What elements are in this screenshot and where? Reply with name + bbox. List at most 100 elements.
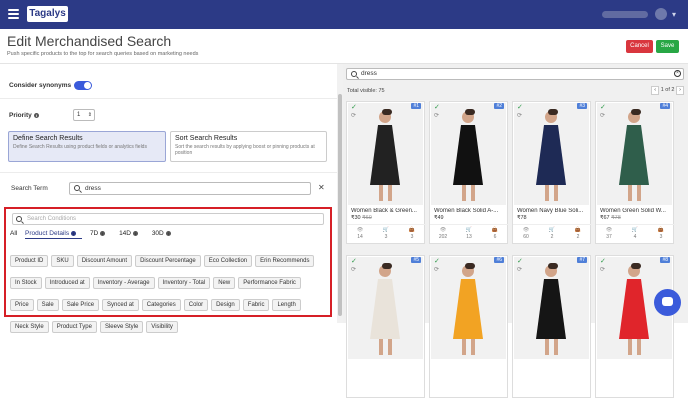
clear-search-icon[interactable]: × [674, 70, 681, 77]
sale-price: ₹78 [517, 215, 527, 221]
check-icon[interactable]: ✓ [351, 103, 357, 111]
condition-chip[interactable]: Erin Recommends [255, 255, 315, 267]
menu-icon[interactable] [8, 9, 19, 19]
cancel-button[interactable]: Cancel [626, 40, 653, 53]
sale-price: ₹67 [600, 215, 610, 221]
synonyms-toggle[interactable] [74, 81, 92, 90]
refresh-icon[interactable]: ⟳ [517, 112, 522, 119]
check-icon[interactable]: ✓ [600, 257, 606, 265]
product-stats: 👁 37 🛒 4 👜 3 [596, 224, 675, 244]
define-search-results-card[interactable]: Define Search Results Define Search Resu… [8, 131, 166, 162]
condition-chip[interactable]: Synced at [102, 299, 139, 311]
info-icon: i [133, 230, 138, 236]
product-price: ₹78 [517, 215, 527, 221]
condition-chip[interactable]: Categories [141, 299, 181, 311]
search-icon [74, 185, 80, 191]
tab-product-details[interactable]: Product Details i [25, 230, 83, 239]
condition-chip[interactable]: Introduced at [44, 277, 90, 289]
user-name-blurred[interactable] [602, 11, 648, 18]
chevron-down-icon[interactable]: ▾ [672, 10, 676, 19]
prev-page-button[interactable]: ‹ [651, 86, 660, 95]
tab-all[interactable]: All [10, 230, 17, 237]
product-photo [619, 109, 649, 201]
condition-chip[interactable]: Price [10, 299, 34, 311]
check-icon[interactable]: ✓ [351, 257, 357, 265]
refresh-icon[interactable]: ⟳ [600, 112, 605, 119]
condition-chip[interactable]: Product ID [10, 255, 49, 267]
condition-chip[interactable]: Sale [36, 299, 59, 311]
bag-icon: 👜 [657, 227, 665, 233]
condition-chip[interactable]: Eco Collection [203, 255, 253, 267]
cart-icon: 🛒 [465, 227, 473, 233]
condition-chip[interactable]: SKU [51, 255, 74, 267]
condition-chip[interactable]: Inventory - Total [157, 277, 211, 289]
position-badge: #5 [411, 257, 421, 263]
condition-chip[interactable]: Color [183, 299, 209, 311]
page-subtitle: Push specific products to the top for se… [7, 51, 199, 57]
eye-icon: 👁 [439, 227, 447, 233]
product-card[interactable]: ✓ ⟳ #6 [429, 255, 508, 398]
product-card[interactable]: ✓ ⟳ #8 [595, 255, 674, 398]
product-card[interactable]: ✓ ⟳ #5 [346, 255, 425, 398]
save-button[interactable]: Save [656, 40, 679, 53]
cart-stat: 🛒 2 [539, 227, 565, 240]
next-page-button[interactable]: › [676, 86, 684, 95]
condition-chip[interactable]: Design [211, 299, 240, 311]
info-icon[interactable]: i [33, 112, 39, 118]
product-card[interactable]: ✓ ⟳ #7 [512, 255, 591, 398]
stepper-arrows-icon[interactable]: ⇕ [88, 110, 92, 120]
condition-chip[interactable]: New [213, 277, 236, 289]
product-price: ₹67 ₹78 [600, 215, 621, 221]
tab-label: 7D [89, 230, 99, 237]
condition-tabs: All Product Details i 7D i 14D i 30D i [10, 230, 183, 239]
search-icon [351, 71, 357, 77]
eye-icon: 👁 [356, 227, 364, 233]
refresh-icon[interactable]: ⟳ [434, 112, 439, 119]
eye-icon: 👁 [522, 227, 530, 233]
condition-chip[interactable]: Sale Price [61, 299, 100, 311]
product-stats: 👁 202 🛒 13 👜 6 [430, 224, 509, 244]
tab-14d[interactable]: 14D i [119, 230, 144, 237]
product-card[interactable]: ✓ ⟳ #3 Women Navy Blue Soli... ₹78 👁 60 🛒 2 👜 2 [512, 101, 592, 244]
product-price: ₹30 ₹60 [351, 215, 372, 221]
condition-chip[interactable]: Inventory - Average [92, 277, 155, 289]
product-card[interactable]: ✓ ⟳ #1 Women Black & Green... ₹30 ₹60 👁 14 🛒 3 👜 3 [346, 101, 426, 244]
condition-chip[interactable]: In Stock [10, 277, 42, 289]
product-photo [536, 109, 566, 201]
refresh-icon[interactable]: ⟳ [351, 266, 356, 273]
product-card[interactable]: ✓ ⟳ #4 Women Green Solid W... ₹67 ₹78 👁 37 🛒 4 👜 3 [595, 101, 675, 244]
product-card[interactable]: ✓ ⟳ #2 Women Black Solid A-... ₹49 👁 202 🛒 13 👜 6 [429, 101, 509, 244]
refresh-icon[interactable]: ⟳ [434, 266, 439, 273]
condition-chip[interactable]: Performance Fabric [238, 277, 301, 289]
sort-search-results-card[interactable]: Sort Search Results Sort the search resu… [170, 131, 327, 162]
product-name: Women Black Solid A-... [434, 208, 499, 214]
close-icon[interactable]: ✕ [318, 183, 325, 192]
refresh-icon[interactable]: ⟳ [351, 112, 356, 119]
check-icon[interactable]: ✓ [600, 103, 606, 111]
top-navbar: Tagalys ▾ [0, 0, 688, 29]
search-term-input[interactable]: dress [69, 182, 311, 195]
avatar[interactable] [655, 8, 667, 20]
condition-chip[interactable]: Fabric [242, 299, 270, 311]
check-icon[interactable]: ✓ [434, 257, 440, 265]
search-conditions-input[interactable]: Search Conditions [12, 213, 324, 225]
tab-30d[interactable]: 30D i [152, 230, 177, 237]
chat-bubble-icon[interactable] [654, 289, 681, 316]
check-icon[interactable]: ✓ [517, 257, 523, 265]
tab-7d[interactable]: 7D i [90, 230, 111, 237]
check-icon[interactable]: ✓ [517, 103, 523, 111]
condition-chip[interactable]: Discount Percentage [135, 255, 201, 267]
refresh-icon[interactable]: ⟳ [517, 266, 522, 273]
cart-icon: 🛒 [382, 227, 390, 233]
info-icon: i [165, 230, 171, 236]
refresh-icon[interactable]: ⟳ [600, 266, 605, 273]
brand-logo[interactable]: Tagalys [27, 6, 68, 22]
results-search-input[interactable]: dress [346, 68, 684, 80]
priority-select[interactable]: 1 ⇕ [73, 109, 95, 121]
bag-icon: 👜 [574, 227, 582, 233]
condition-chip[interactable]: Length [272, 299, 301, 311]
page-title: Edit Merchandised Search [7, 33, 172, 49]
condition-chip[interactable]: Discount Amount [76, 255, 133, 267]
check-icon[interactable]: ✓ [434, 103, 440, 111]
search-icon [16, 216, 22, 222]
